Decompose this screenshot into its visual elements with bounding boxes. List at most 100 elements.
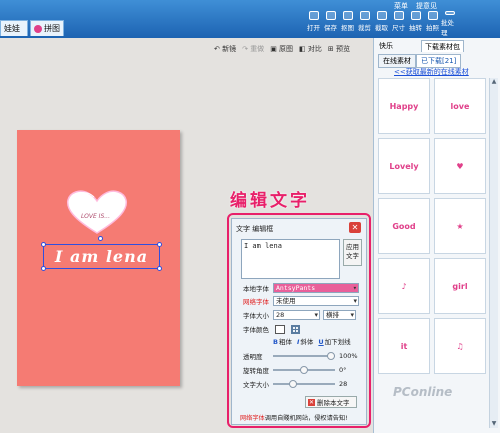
size-icon xyxy=(393,11,404,20)
material-thumb[interactable]: girl xyxy=(434,258,486,314)
tab-download-pack[interactable]: 下载素材包 xyxy=(421,40,464,52)
compare-button[interactable]: ◧ 对比 xyxy=(299,44,322,54)
panel-scrollbar[interactable]: ▲ ▼ xyxy=(489,78,498,428)
cutout-icon xyxy=(342,11,353,20)
slider-knob[interactable] xyxy=(289,380,298,388)
watermark-logo: PConline xyxy=(393,385,453,399)
save-icon xyxy=(325,11,336,20)
delete-text-button[interactable]: ✕ 删除本文字 xyxy=(305,396,357,408)
top-toolbar: 娃娃 拼图 菜单 提意见 打开 保存 抠图 裁剪 截取 尺寸 抽转 拍照 批处理 xyxy=(0,0,500,38)
apply-text-button[interactable]: 应用文字 xyxy=(343,239,362,266)
main-text: I am lena xyxy=(54,247,149,266)
capture-button[interactable]: 截取 xyxy=(373,11,390,37)
edit-toolbar: ↶ 新镜 ↷ 重做 ▣ 原图 ◧ 对比 ⊞ 预览 xyxy=(214,44,350,54)
material-thumb[interactable]: Good xyxy=(378,198,430,254)
material-panel: 快乐 下载素材包 在线素材 已下载[21] <<获取最新的在线素材 Happy … xyxy=(373,38,500,433)
panel-tabs: 快乐 下载素材包 xyxy=(376,40,499,52)
rotate-button[interactable]: 抽转 xyxy=(407,11,424,37)
rotation-value: 0° xyxy=(339,366,347,374)
slider-knob[interactable] xyxy=(300,366,308,374)
collage-icon xyxy=(34,24,42,33)
font-size-select[interactable]: 28 xyxy=(273,310,320,320)
scroll-down-icon[interactable]: ▼ xyxy=(490,420,498,428)
material-thumb[interactable]: it xyxy=(378,318,430,374)
camera-button[interactable]: 拍照 xyxy=(424,11,441,37)
camera-icon xyxy=(427,11,438,20)
feedback-button[interactable]: 提意见 xyxy=(414,1,439,11)
size-button[interactable]: 尺寸 xyxy=(390,11,407,37)
opacity-label: 透明度 xyxy=(243,353,263,361)
material-thumb[interactable]: Happy xyxy=(378,78,430,134)
layout-select[interactable]: 横排 xyxy=(323,310,356,320)
material-thumb[interactable]: ♥ xyxy=(434,138,486,194)
batch-button[interactable]: 批处理 xyxy=(441,11,458,37)
new-button[interactable]: ↶ 新镜 xyxy=(214,44,236,54)
grid-icon[interactable] xyxy=(291,324,300,334)
text-size-value: 28 xyxy=(339,380,348,388)
rotation-label: 旋转角度 xyxy=(243,367,269,375)
tab-online-material[interactable]: 在线素材 xyxy=(378,54,416,68)
bold-icon: B xyxy=(273,338,278,346)
text-edit-dialog: 文字 编辑框 ✕ I am lena 应用文字 本地字体 AntsyPants … xyxy=(231,218,367,425)
panel-subtabs: 在线素材 已下载[21] xyxy=(378,54,462,68)
resize-handle[interactable] xyxy=(157,242,162,247)
material-thumb[interactable]: ★ xyxy=(434,198,486,254)
redo-button[interactable]: ↷ 重做 xyxy=(242,44,264,54)
get-material-link[interactable]: <<获取最新的在线素材 xyxy=(394,67,469,77)
delete-icon: ✕ xyxy=(308,398,315,406)
bold-toggle[interactable]: B粗体 xyxy=(273,336,292,346)
text-input[interactable]: I am lena xyxy=(241,239,340,279)
material-thumb[interactable]: Lovely xyxy=(378,138,430,194)
opacity-value: 100% xyxy=(339,352,358,360)
tab-collage[interactable]: 拼图 xyxy=(30,20,64,36)
font-color-row: 字体颜色 xyxy=(243,324,300,334)
open-icon xyxy=(308,11,319,20)
tab-happy[interactable]: 快乐 xyxy=(376,40,396,52)
crop-button[interactable]: 裁剪 xyxy=(356,11,373,37)
heart-graphic xyxy=(66,190,128,234)
material-thumb[interactable]: love xyxy=(434,78,486,134)
underline-icon: U xyxy=(318,338,324,346)
rotate-icon xyxy=(410,11,421,20)
selected-text-layer[interactable]: I am lena xyxy=(41,236,162,271)
resize-handle[interactable] xyxy=(41,242,46,247)
slider-knob[interactable] xyxy=(327,352,335,360)
text-size-slider[interactable] xyxy=(273,380,335,388)
resize-handle[interactable] xyxy=(41,266,46,271)
tab-collage-label: 拼图 xyxy=(44,24,60,33)
tab-downloaded[interactable]: 已下载[21] xyxy=(416,54,462,68)
original-button[interactable]: ▣ 原图 xyxy=(270,44,293,54)
local-font-select[interactable]: AntsyPants xyxy=(273,283,359,293)
local-font-row: 本地字体 AntsyPants xyxy=(243,283,359,293)
save-button[interactable]: 保存 xyxy=(322,11,339,37)
menu-button[interactable]: 菜单 xyxy=(392,1,410,11)
opacity-slider[interactable] xyxy=(273,352,335,360)
material-thumb[interactable]: ♪ xyxy=(378,258,430,314)
footnote: 网络字体调用自賤机网站，侵权请告知! xyxy=(240,415,348,422)
underline-toggle[interactable]: U加下划线 xyxy=(318,336,350,346)
window-controls: 菜单 提意见 xyxy=(392,1,439,11)
scroll-up-icon[interactable]: ▲ xyxy=(490,78,498,86)
callout-label: 编辑文字 xyxy=(230,191,310,211)
app-window: 娃娃 拼图 菜单 提意见 打开 保存 抠图 裁剪 截取 尺寸 抽转 拍照 批处理… xyxy=(0,0,500,433)
net-font-select[interactable]: 未使用 xyxy=(273,296,359,306)
love-text: LOVE IS... xyxy=(81,213,110,220)
rotation-slider[interactable] xyxy=(273,366,335,374)
resize-handle[interactable] xyxy=(157,266,162,271)
font-size-label: 字体大小 xyxy=(243,312,269,320)
color-swatch[interactable] xyxy=(275,324,285,334)
text-size-label: 文字大小 xyxy=(243,381,269,389)
cutout-button[interactable]: 抠图 xyxy=(339,11,356,37)
material-thumb[interactable]: ♫ xyxy=(434,318,486,374)
font-size-row: 字体大小 28 横排 xyxy=(243,310,356,320)
rotate-handle[interactable] xyxy=(98,236,103,241)
italic-toggle[interactable]: I斜体 xyxy=(297,336,313,346)
preview-button[interactable]: ⊞ 预览 xyxy=(328,44,350,54)
material-grid: Happy love Lovely ♥ Good ★ ♪ girl it ♫ xyxy=(378,78,487,428)
close-button[interactable]: ✕ xyxy=(349,222,361,233)
capture-icon xyxy=(376,11,387,20)
crop-icon xyxy=(359,11,370,20)
image-canvas[interactable]: LOVE IS... I am lena xyxy=(17,130,180,386)
tab-doll[interactable]: 娃娃 xyxy=(0,20,28,36)
open-button[interactable]: 打开 xyxy=(305,11,322,37)
